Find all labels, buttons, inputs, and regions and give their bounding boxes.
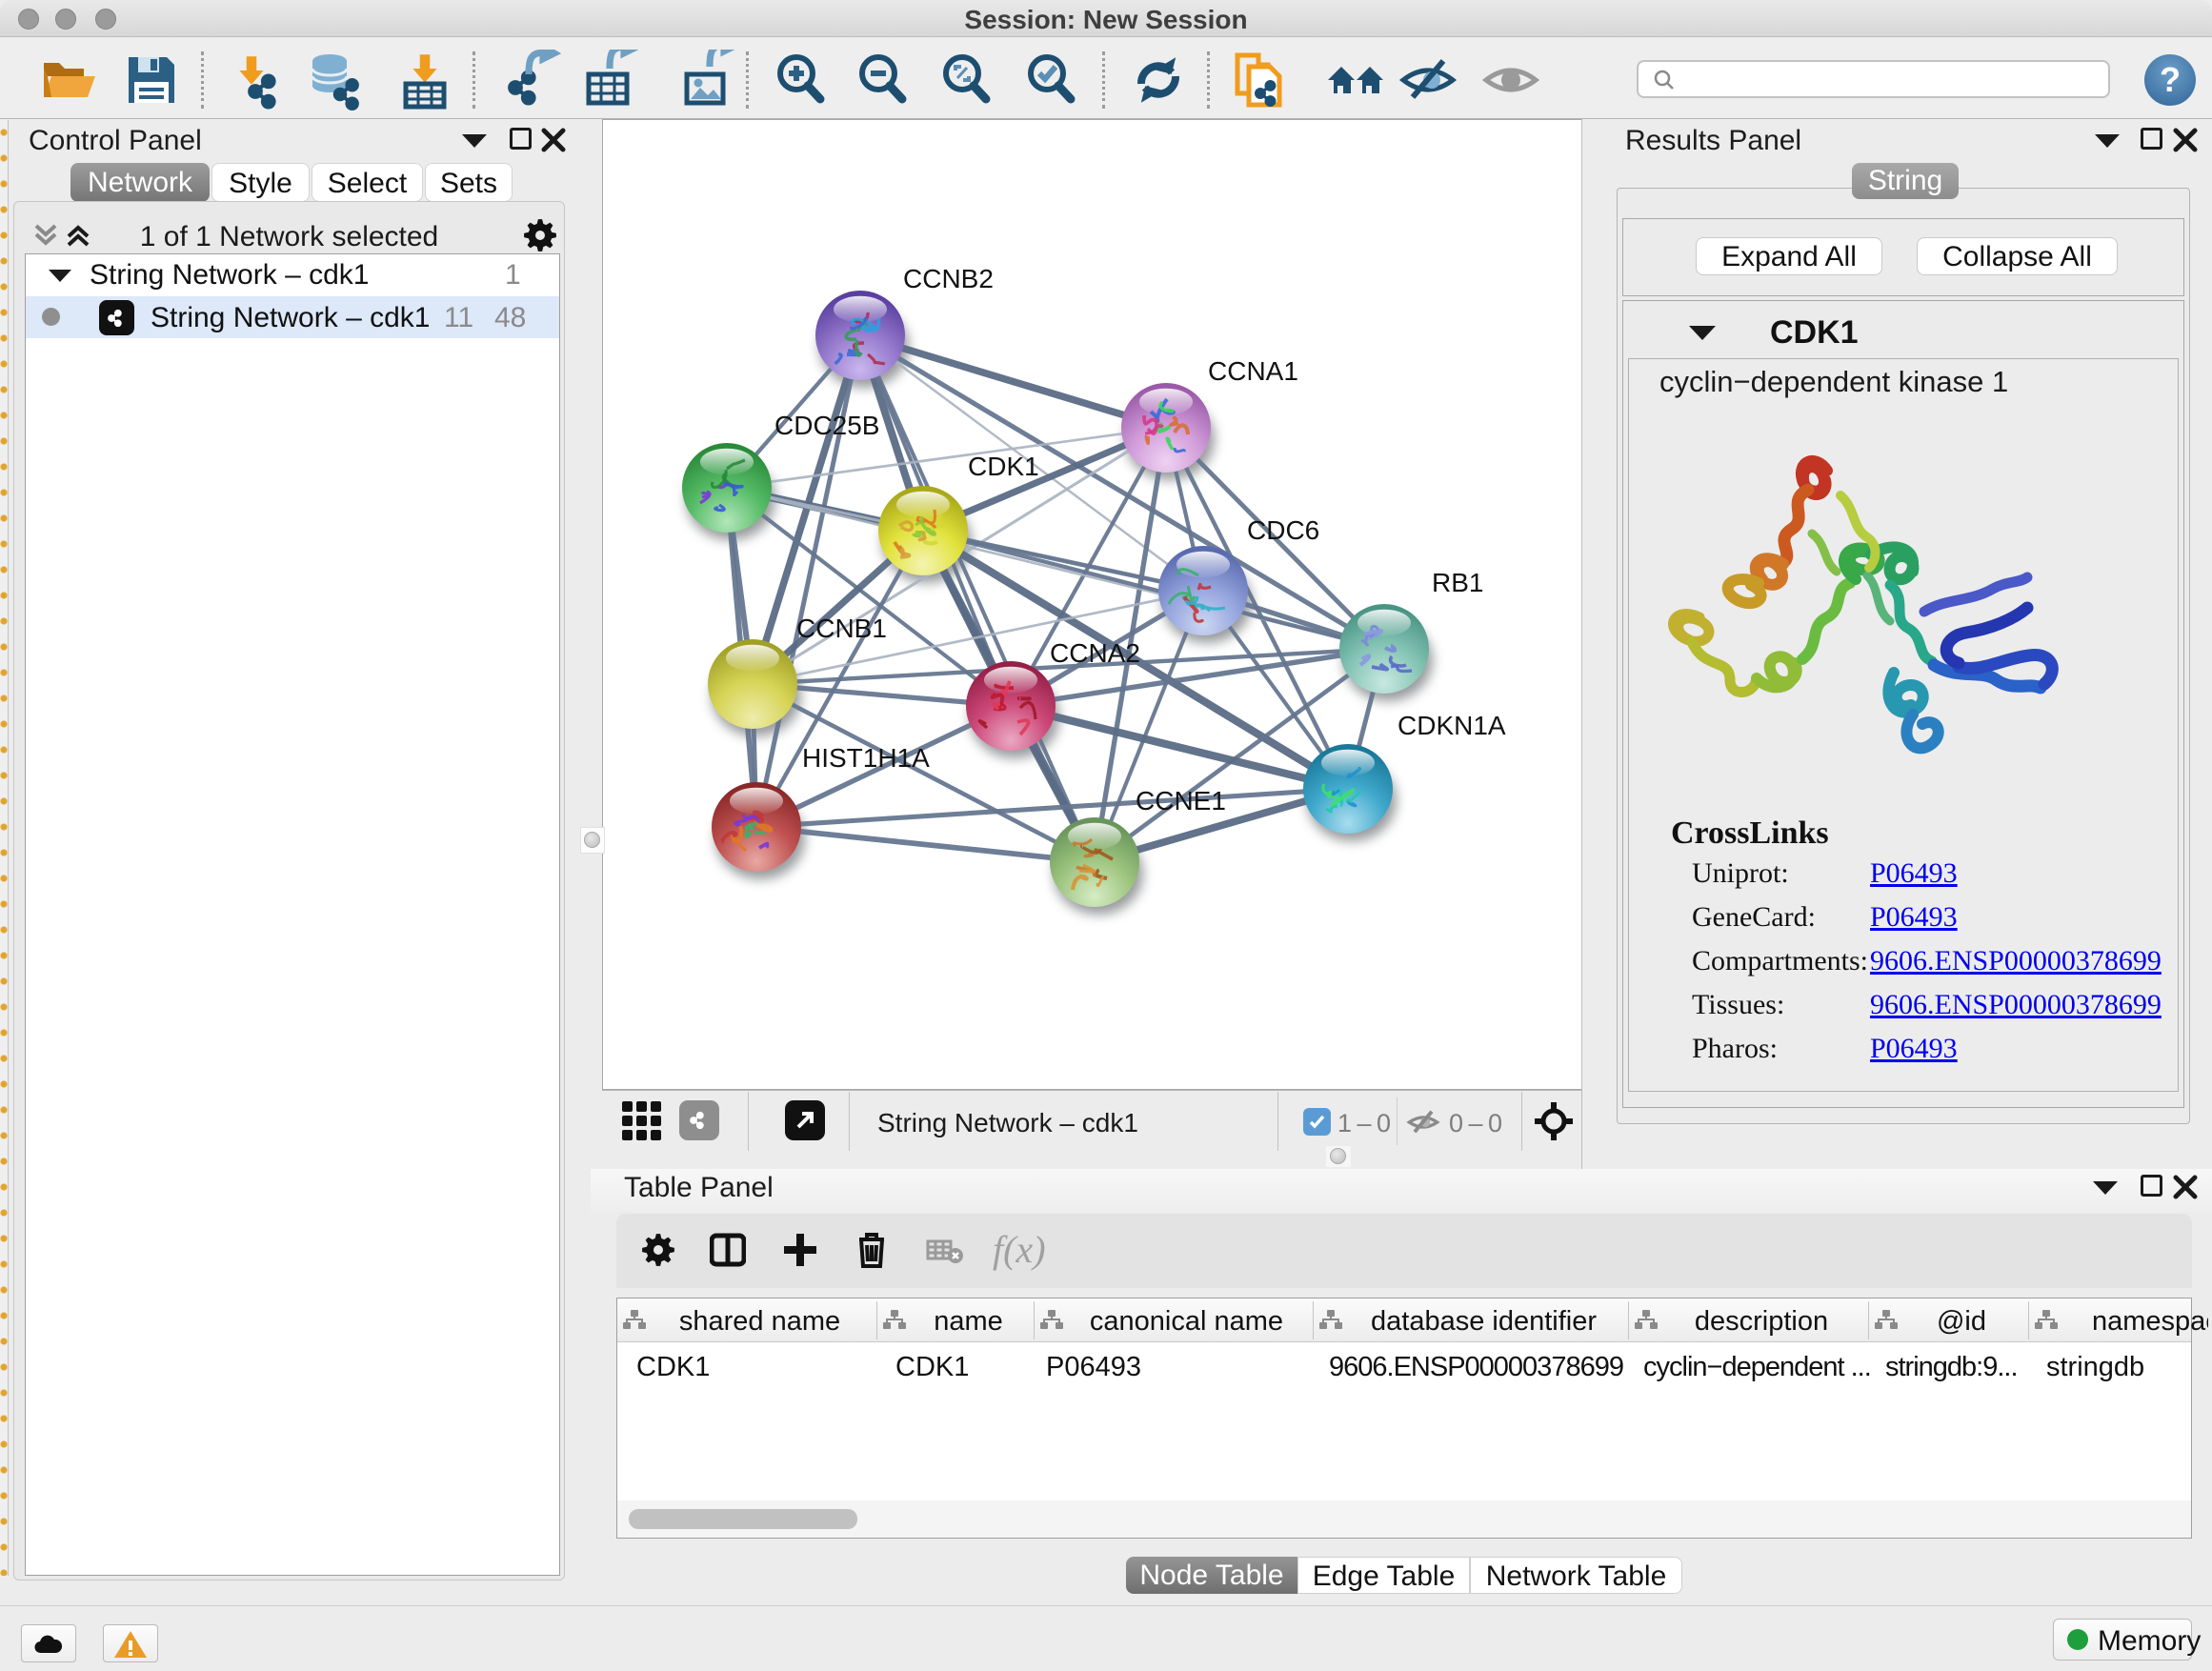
svg-text:CCNB1: CCNB1 bbox=[796, 614, 887, 643]
svg-text:CCNE1: CCNE1 bbox=[1136, 786, 1226, 815]
svg-text:RB1: RB1 bbox=[1432, 568, 1483, 597]
svg-text:CDKN1A: CDKN1A bbox=[1398, 711, 1506, 740]
svg-text:CDC25B: CDC25B bbox=[774, 411, 879, 440]
svg-text:CCNA2: CCNA2 bbox=[1050, 638, 1140, 668]
svg-text:CDC6: CDC6 bbox=[1247, 515, 1319, 545]
svg-text:CCNA1: CCNA1 bbox=[1208, 356, 1298, 386]
svg-text:CCNB2: CCNB2 bbox=[903, 264, 994, 293]
svg-text:HIST1H1A: HIST1H1A bbox=[802, 743, 930, 773]
svg-text:CDK1: CDK1 bbox=[968, 452, 1039, 481]
